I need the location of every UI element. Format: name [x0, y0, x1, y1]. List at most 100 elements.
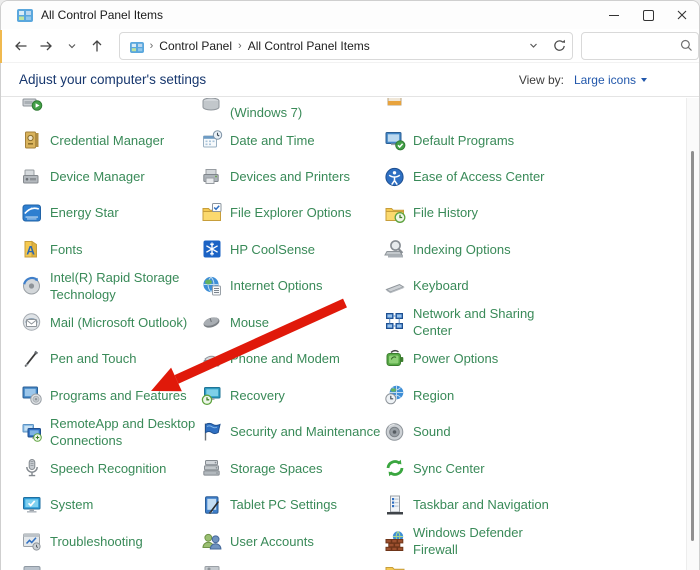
mouse-icon [201, 311, 223, 333]
mobility-center-partial-icon [21, 566, 43, 570]
control-panel-item-windows-defender-firewall[interactable]: Windows Defender Firewall [384, 523, 561, 560]
back-button[interactable] [9, 33, 32, 59]
control-panel-item-mobility-center-partial[interactable] [21, 559, 43, 570]
control-panel-item-keyboard[interactable]: Keyboard [384, 267, 561, 304]
breadcrumb-all-control-panel-items[interactable]: All Control Panel Items [248, 39, 370, 53]
vertical-scrollbar-track[interactable] [686, 98, 699, 570]
control-panel-item-system[interactable]: System [21, 486, 205, 523]
energy-star-icon [21, 202, 43, 224]
autoplay-partial-icon [21, 98, 43, 115]
control-panel-item-recovery[interactable]: Recovery [201, 377, 400, 414]
control-panel-item-date-and-time[interactable]: Date and Time [201, 122, 400, 159]
control-panel-item-credential-manager[interactable]: Credential Manager [21, 122, 205, 159]
chevron-down-icon [529, 43, 537, 48]
item-label: System [50, 497, 94, 512]
item-label: RemoteApp and Desktop Connections [50, 415, 196, 448]
control-panel-item-intel-r-rapid-storage-technology[interactable]: Intel(R) Rapid Storage Technology [21, 267, 205, 304]
item-label: Windows Defender Firewall [413, 525, 523, 557]
phone-and-modem-icon [201, 348, 223, 370]
control-panel-item-speech-recognition[interactable]: Speech Recognition [21, 450, 205, 487]
breadcrumb-separator: › [149, 39, 154, 52]
search-input[interactable] [582, 38, 675, 53]
control-panel-item-file-history[interactable]: File History [384, 194, 561, 231]
control-panel-item-storage-spaces[interactable]: Storage Spaces [201, 450, 400, 487]
up-arrow-icon [92, 39, 102, 51]
maximize-button[interactable] [631, 1, 665, 29]
control-panel-item-mail-microsoft-outlook[interactable]: Mail (Microsoft Outlook) [21, 304, 205, 341]
view-by-dropdown[interactable]: Large icons [574, 73, 647, 87]
search-icon[interactable] [674, 33, 698, 59]
item-label: File Explorer Options [230, 205, 352, 221]
title-bar: All Control Panel Items [1, 1, 699, 29]
item-label: Keyboard [413, 278, 469, 294]
control-panel-app-icon [17, 8, 33, 22]
caret-down-icon [641, 78, 647, 82]
control-panel-item-power-options[interactable]: Power Options [384, 340, 561, 377]
refresh-button[interactable] [546, 33, 572, 59]
breadcrumb-control-panel[interactable]: Control Panel [159, 39, 232, 53]
recent-pages-button[interactable] [60, 33, 83, 59]
item-label: Mouse [230, 314, 270, 330]
control-panel-item-indexing-options[interactable]: Indexing Options [384, 231, 561, 268]
item-label: (Windows 7) [230, 104, 303, 120]
view-by-label: View by: [518, 72, 564, 87]
hp-coolsense-icon [201, 238, 223, 260]
control-panel-item-devices-and-printers[interactable]: Devices and Printers [201, 158, 400, 195]
control-panel-item-taskbar-and-navigation[interactable]: Taskbar and Navigation [384, 486, 561, 523]
item-label: File History [413, 205, 479, 221]
control-panel-item-pen-and-touch[interactable]: Pen and Touch [21, 340, 205, 377]
control-panel-item-fonts[interactable]: A Fonts [21, 231, 205, 268]
address-dropdown-button[interactable] [520, 33, 546, 59]
close-button[interactable] [665, 1, 699, 29]
control-panel-item-programs-and-features[interactable]: Programs and Features [21, 377, 205, 414]
control-panel-item-sound[interactable]: Sound [384, 413, 561, 450]
file-explorer-options-icon [201, 202, 223, 224]
fonts-icon: A [21, 238, 43, 260]
control-panel-item-network-and-sharing-center[interactable]: Network and Sharing Center [384, 304, 561, 341]
control-panel-item-remoteapp-and-desktop-connections[interactable]: RemoteApp and Desktop Connections [21, 413, 205, 450]
control-panel-item-default-programs[interactable]: Default Programs [384, 122, 561, 159]
back-arrow-icon [14, 41, 27, 50]
item-label: Default Programs [413, 132, 515, 148]
control-panel-item-color-management-partial[interactable] [384, 98, 406, 122]
control-panel-item-autoplay-partial[interactable] [21, 98, 43, 122]
up-button[interactable] [85, 33, 108, 59]
windows-defender-firewall-icon [384, 530, 406, 552]
svg-text:A: A [26, 244, 35, 258]
address-bar[interactable]: › Control Panel › All Control Panel Item… [118, 31, 574, 60]
control-panel-item-mouse[interactable]: Mouse [201, 304, 400, 341]
forward-button[interactable] [34, 33, 57, 59]
control-panel-item-windows-7[interactable]: (Windows 7) [201, 98, 400, 122]
control-panel-item-phone-and-modem[interactable]: Phone and Modem [201, 340, 400, 377]
user-accounts-icon [201, 530, 223, 552]
chevron-down-icon [68, 43, 75, 48]
control-panel-item-work-folders-partial[interactable] [384, 559, 406, 570]
control-panel-item-region[interactable]: Region [384, 377, 561, 414]
background-window-sliver [0, 30, 2, 63]
control-panel-item-ease-of-access-center[interactable]: Ease of Access Center [384, 158, 561, 195]
item-label: Indexing Options [413, 241, 511, 257]
control-panel-item-windows-tools-partial[interactable] [201, 559, 223, 570]
control-panel-item-energy-star[interactable]: Energy Star [21, 194, 205, 231]
control-panel-item-device-manager[interactable]: Device Manager [21, 158, 205, 195]
control-panel-item-internet-options[interactable]: Internet Options [201, 267, 400, 304]
internet-options-icon [201, 275, 223, 297]
vertical-scrollbar-thumb[interactable] [691, 151, 694, 541]
control-panel-item-tablet-pc-settings[interactable]: Tablet PC Settings [201, 486, 400, 523]
control-panel-item-user-accounts[interactable]: User Accounts [201, 523, 400, 560]
backup-restore-partial-icon [201, 98, 223, 115]
color-management-partial-icon [384, 98, 406, 115]
item-label: Internet Options [230, 278, 323, 294]
recovery-icon [201, 384, 223, 406]
control-panel-item-file-explorer-options[interactable]: File Explorer Options [201, 194, 400, 231]
control-panel-item-troubleshooting[interactable]: Troubleshooting [21, 523, 205, 560]
device-manager-icon [21, 166, 43, 188]
minimize-button[interactable] [597, 1, 631, 29]
control-panel-item-security-and-maintenance[interactable]: Security and Maintenance [201, 413, 400, 450]
storage-spaces-icon [201, 457, 223, 479]
control-panel-item-hp-coolsense[interactable]: HP CoolSense [201, 231, 400, 268]
pen-and-touch-icon [21, 348, 43, 370]
item-label: Tablet PC Settings [230, 497, 337, 512]
control-panel-item-sync-center[interactable]: Sync Center [384, 450, 561, 487]
breadcrumb-separator: › [238, 39, 242, 52]
